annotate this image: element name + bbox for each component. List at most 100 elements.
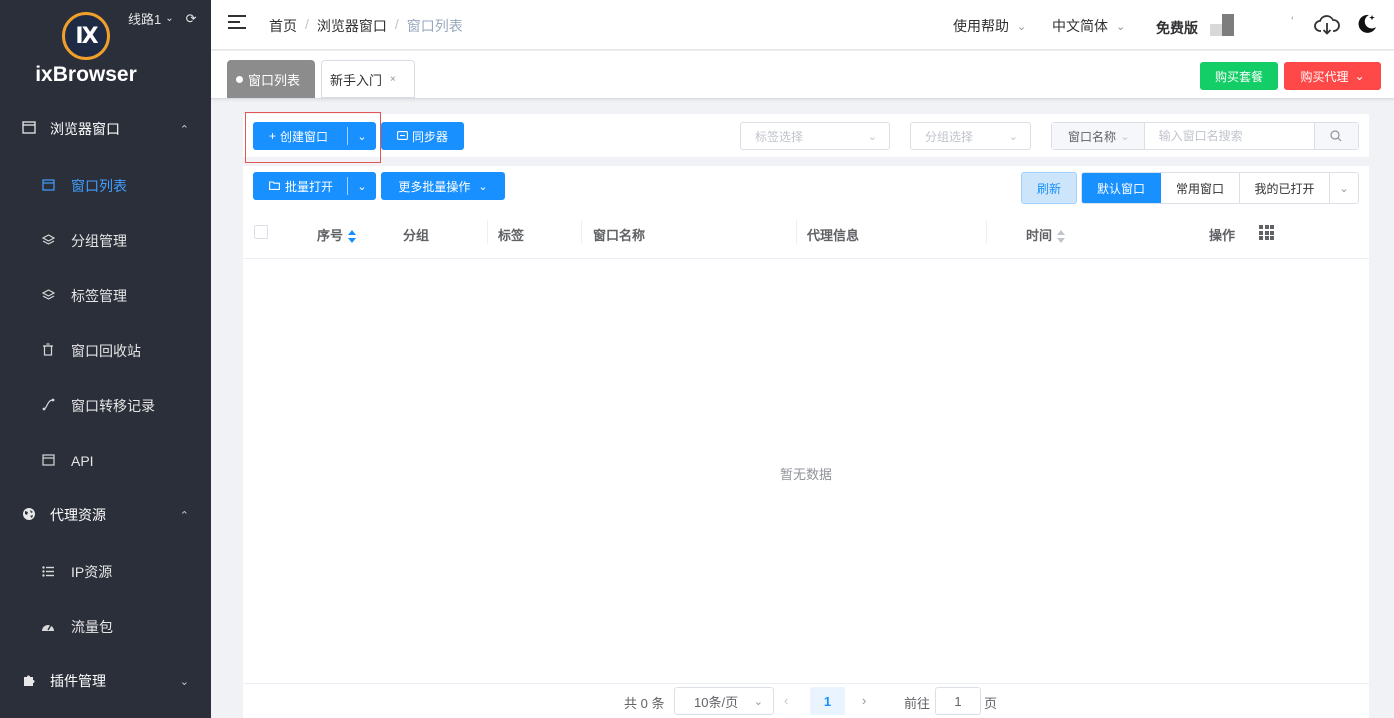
logo-mark: IX (62, 12, 110, 60)
search-button[interactable] (1313, 123, 1358, 149)
column-index[interactable]: 序号 (317, 225, 357, 244)
column-label: 时间 (1026, 228, 1053, 243)
batch-open-dropdown[interactable]: ⌄ (348, 180, 376, 193)
breadcrumb-browser-window[interactable]: 浏览器窗口 (317, 16, 387, 36)
segment-common-window[interactable]: 常用窗口 (1161, 173, 1240, 203)
column-time[interactable]: 时间 (1026, 225, 1066, 244)
more-batch-button[interactable]: 更多批量操作 ⌄ (381, 172, 505, 200)
tab-window-list[interactable]: 窗口列表 (227, 60, 315, 98)
sidebar-item-traffic[interactable]: 流量包 (0, 602, 211, 652)
sync-label: 同步器 (411, 129, 448, 144)
tag-select-placeholder: 标签选择 (755, 129, 804, 144)
breadcrumb-current: 窗口列表 (406, 18, 463, 34)
buy-package-button[interactable]: 购买套餐 (1200, 62, 1278, 90)
sidebar-item-group-mgmt[interactable]: 分组管理 (0, 216, 211, 266)
buy-proxy-button[interactable]: 购买代理 ⌄ (1284, 62, 1381, 90)
breadcrumb-separator: / (394, 16, 399, 32)
page-number-current[interactable]: 1 (810, 687, 845, 715)
language-label: 中文简体 (1052, 18, 1108, 34)
sidebar-item-tag-mgmt[interactable]: 标签管理 (0, 271, 211, 321)
tag-select[interactable]: 标签选择 ⌄ (740, 122, 890, 150)
breadcrumb-home[interactable]: 首页 (269, 16, 297, 36)
sidebar-item-label: 窗口转移记录 (71, 398, 155, 414)
menu-group-proxy[interactable]: 代理资源 ⌃ (0, 490, 211, 540)
menu-group-label: 插件管理 (50, 673, 106, 689)
search-input[interactable] (1144, 123, 1314, 149)
globe-icon (21, 507, 37, 524)
list-icon (40, 565, 56, 580)
sidebar-item-label: 窗口列表 (71, 178, 127, 194)
sidebar-item-label: 窗口回收站 (71, 343, 141, 359)
column-settings-icon[interactable] (1259, 225, 1274, 240)
chevron-down-icon: ⌄ (165, 13, 174, 24)
highlight-box (245, 112, 381, 163)
close-icon[interactable]: × (390, 74, 396, 85)
search-group: 窗口名称 ⌄ (1051, 122, 1359, 150)
column-actions: 操作 (1209, 228, 1236, 243)
chevron-down-icon: ⌄ (1354, 69, 1365, 83)
avatar[interactable] (1210, 14, 1236, 36)
sidebar-item-label: 流量包 (71, 619, 113, 635)
chevron-down-icon: ⌄ (357, 180, 367, 193)
sidebar-item-api[interactable]: API (0, 436, 211, 486)
column-separator (986, 220, 987, 244)
sidebar-item-label: IP资源 (71, 564, 113, 580)
column-separator (796, 220, 797, 244)
refresh-button[interactable]: 刷新 (1021, 172, 1077, 204)
tab-getting-started[interactable]: 新手入门 × (321, 60, 415, 98)
top-header: 首页 / 浏览器窗口 / 窗口列表 使用帮助 ⌄ 中文简体 ⌄ 免费版 ‘ (211, 0, 1394, 50)
sidebar-item-label: 标签管理 (71, 288, 127, 304)
cloud-download-icon[interactable] (1314, 13, 1340, 37)
sidebar-item-label: 分组管理 (71, 233, 127, 249)
sidebar-item-recycle[interactable]: 窗口回收站 (0, 326, 211, 376)
pagination: 共 0 条 10条/页 ⌄ ‹ 1 › 前往 页 (243, 683, 1369, 718)
language-dropdown[interactable]: 中文简体 ⌄ (1052, 16, 1125, 36)
menu-group-browser[interactable]: 浏览器窗口 ⌃ (0, 104, 211, 154)
search-field-label: 窗口名称 (1068, 129, 1117, 144)
prev-page-button[interactable]: ‹ (784, 693, 788, 708)
segment-my-opened[interactable]: 我的已打开 (1240, 173, 1330, 203)
route-selector[interactable]: 线路1 ⌄ ⟳ (128, 9, 197, 28)
pagination-total: 共 0 条 (624, 696, 665, 711)
table-header: 序号 分组 标签 窗口名称 代理信息 时间 操作 (243, 210, 1369, 259)
menu-toggle-icon[interactable] (228, 15, 246, 31)
chevron-down-icon: ⌄ (1008, 130, 1018, 143)
menu-group-label: 代理资源 (50, 507, 106, 523)
menu-group-plugin[interactable]: 插件管理 ⌄ (0, 656, 211, 706)
folder-icon (269, 179, 280, 193)
sync-button[interactable]: 同步器 (381, 122, 464, 150)
chevron-down-icon: ⌄ (867, 130, 877, 143)
sidebar-item-ip-resource[interactable]: IP资源 (0, 547, 211, 597)
column-proxy-info: 代理信息 (807, 228, 860, 243)
chevron-down-icon: ⌄ (478, 180, 488, 193)
search-field-select[interactable]: 窗口名称 ⌄ (1052, 123, 1145, 149)
select-all-checkbox[interactable] (254, 225, 268, 239)
sidebar-item-window-list[interactable]: 窗口列表 (0, 161, 211, 211)
breadcrumb-separator: / (305, 16, 309, 32)
help-dropdown[interactable]: 使用帮助 ⌄ (953, 16, 1026, 36)
chevron-down-icon: ⌄ (179, 675, 189, 688)
batch-open-button[interactable]: 批量打开 (253, 178, 347, 195)
sort-icon[interactable] (1057, 230, 1066, 244)
page-size-label: 10条/页 (694, 694, 739, 710)
refresh-icon[interactable]: ⟳ (186, 11, 197, 27)
dashboard-icon (40, 620, 56, 635)
next-page-button[interactable]: › (862, 693, 866, 708)
menu-group-label: 浏览器窗口 (50, 121, 120, 137)
column-label: 序号 (317, 228, 344, 243)
puzzle-icon (21, 673, 37, 690)
column-separator (487, 220, 488, 244)
page-size-select[interactable]: 10条/页 ⌄ (674, 687, 774, 715)
goto-page-input[interactable] (935, 687, 981, 715)
segment-dropdown[interactable]: ⌄ (1330, 173, 1358, 203)
group-select-placeholder: 分组选择 (925, 129, 974, 144)
dark-mode-icon[interactable] (1355, 12, 1379, 36)
trash-icon (40, 343, 56, 359)
sidebar-item-transfer[interactable]: 窗口转移记录 (0, 381, 211, 431)
sidebar-item-label: API (71, 453, 94, 469)
segment-default-window[interactable]: 默认窗口 (1082, 173, 1161, 203)
sidebar: IX ixBrowser 线路1 ⌄ ⟳ 浏览器窗口 ⌃ 窗口列表 分组管理 标… (0, 0, 211, 718)
sort-icon[interactable] (348, 230, 357, 244)
group-select[interactable]: 分组选择 ⌄ (910, 122, 1031, 150)
goto-label: 前往 (904, 696, 931, 711)
